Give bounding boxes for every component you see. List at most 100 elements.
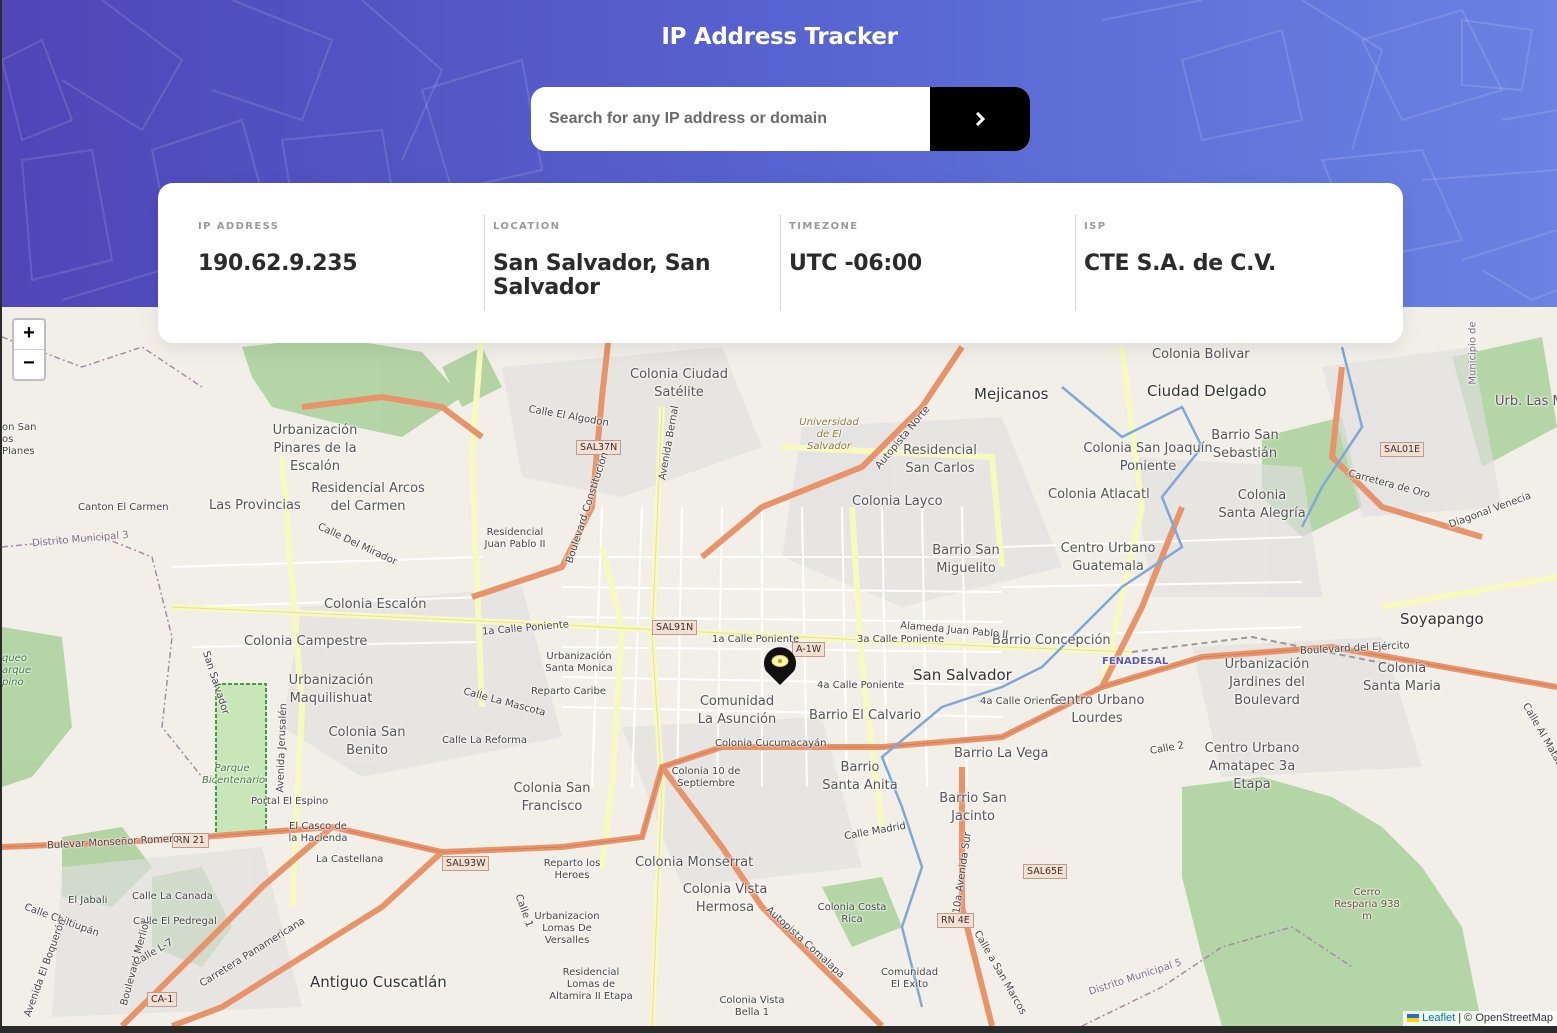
- map-label: Colonia San Benito: [328, 725, 406, 758]
- map-label: Centro Urbano Amatapec 3a Etapa: [1204, 741, 1300, 792]
- map-label: El Casco de la Hacienda: [288, 821, 348, 844]
- map-label: Ciudad Delgado: [1147, 382, 1267, 400]
- map-label: Barrio San Sebastián: [1211, 428, 1279, 461]
- map-label: Colonia Santa Maria: [1363, 661, 1441, 694]
- isp-value: CTE S.A. de C.V.: [1084, 251, 1277, 276]
- map-label: Comunidad La Asunción: [697, 694, 777, 727]
- map-label: Barrio San Jacinto: [939, 791, 1007, 824]
- map-label: Colonia Cucumacayán: [715, 738, 827, 749]
- road-shield: SAL01E: [1380, 442, 1425, 457]
- map-label: La Castellana: [316, 854, 384, 865]
- location-panel: LOCATION San Salvador, San Salvador: [493, 215, 743, 311]
- road-shield: SAL93W: [442, 856, 490, 871]
- map-label: FENADESAL: [1102, 656, 1169, 667]
- map-label: Colonia Costa Rica: [817, 902, 887, 925]
- map-attribution: Leaflet | © OpenStreetMap: [1403, 1011, 1557, 1026]
- zoom-out-button[interactable]: −: [14, 349, 44, 379]
- map-label: Portal El Espino: [251, 796, 329, 807]
- isp-panel: ISP CTE S.A. de C.V.: [1084, 215, 1374, 311]
- map-label: Antiguo Cuscatlán: [310, 973, 447, 991]
- location-pin-icon[interactable]: [759, 646, 801, 690]
- road-label: 4a Calle Oriente: [980, 696, 1061, 707]
- map-label: Comunidad El Exito: [880, 967, 939, 990]
- map-label: Barrio Concepción: [992, 633, 1111, 648]
- attribution-separator: |: [1458, 1012, 1462, 1024]
- map-label: El Jabali: [68, 895, 108, 906]
- map-label: Colonia San Joaquín Poniente: [1083, 441, 1213, 474]
- map-label: Cerro Resparia 938 m: [1334, 887, 1400, 922]
- road-shield: RN 4E: [937, 913, 974, 928]
- road-label: Calle La Reforma: [442, 735, 527, 746]
- map-label: Residencial Arcos del Carmen: [311, 481, 425, 514]
- map-label: Urbanización Maquilishuat: [288, 673, 374, 706]
- map-label: San Salvador: [913, 666, 1012, 684]
- map-label: Colonia Campestre: [244, 634, 368, 649]
- map-label: Barrio El Calvario: [809, 708, 922, 723]
- isp-label: ISP: [1084, 221, 1107, 232]
- map-label: Barrio San Miguelito: [932, 543, 1000, 576]
- timezone-value: UTC -06:00: [789, 251, 922, 276]
- map-label: Residencial Juan Pablo II: [484, 527, 546, 550]
- page: IP Address Tracker IP ADDRESS 190.62.9.2…: [2, 0, 1557, 1026]
- search-bar: [531, 87, 1030, 151]
- divider: [780, 215, 781, 311]
- road-shield: SAL91N: [652, 620, 698, 635]
- map-label: Centro Urbano Guatemala: [1060, 541, 1156, 574]
- road-label: 1a Calle Poniente: [712, 634, 800, 645]
- map-label: Urbanización Santa Monica: [545, 651, 613, 674]
- timezone-panel: TIMEZONE UTC -06:00: [789, 215, 1059, 311]
- ip-address-label: IP ADDRESS: [198, 221, 280, 232]
- location-value: San Salvador, San Salvador: [493, 251, 711, 300]
- ip-info-card: IP ADDRESS 190.62.9.235 LOCATION San Sal…: [158, 183, 1403, 343]
- map-label: Urbanizacion Lomas De Versalles: [534, 911, 600, 946]
- map-label: Mejicanos: [974, 385, 1049, 403]
- map-label: Residencial Lomas de Altamira II Etapa: [549, 967, 633, 1002]
- zoom-in-button[interactable]: +: [14, 320, 44, 349]
- map-label: Barrio Santa Anita: [822, 760, 898, 793]
- road-label: 4a Calle Poniente: [817, 680, 905, 691]
- map-label: Colonia Monserrat: [635, 855, 754, 870]
- ip-address-panel: IP ADDRESS 190.62.9.235: [198, 215, 468, 311]
- map-label: on San os Planes: [2, 422, 37, 457]
- road-shield: CA-1: [147, 992, 178, 1007]
- zoom-control: + −: [12, 318, 46, 381]
- map-label: Canton El Carmen: [78, 502, 169, 513]
- map-label: Municipio de: [1467, 321, 1479, 385]
- page-title: IP Address Tracker: [661, 24, 898, 50]
- map-label: Colonia Atlacatl: [1048, 487, 1150, 502]
- osm-credit: © OpenStreetMap: [1464, 1012, 1553, 1024]
- map-label: Colonia Layco: [852, 494, 943, 509]
- map-label: Colonia Vista Bella 1: [719, 995, 785, 1018]
- map-label: Colonia 10 de Septiembre: [671, 766, 741, 789]
- map-label: Colonia Ciudad Satélite: [630, 367, 728, 400]
- map-label: Urb. Las Marg: [1495, 394, 1557, 409]
- ip-address-value: 190.62.9.235: [198, 251, 358, 276]
- map-label: Colonia Vista Hermosa: [682, 882, 768, 915]
- map-label: Parque Bicentenario: [202, 763, 266, 786]
- road-shield: SAL65E: [1023, 864, 1068, 879]
- timezone-label: TIMEZONE: [789, 221, 859, 232]
- map-label: queo arque pino: [2, 653, 32, 688]
- map-label: Universidad de El Salvador: [799, 417, 859, 452]
- road-label: 3a Calle Poniente: [857, 634, 945, 645]
- map-label: Urbanización Pinares de la Escalón: [272, 423, 358, 474]
- map-label: Colonia Escalón: [324, 597, 427, 612]
- location-label: LOCATION: [493, 221, 561, 232]
- divider: [484, 215, 485, 311]
- leaflet-link[interactable]: Leaflet: [1422, 1012, 1455, 1024]
- map-label: Reparto los Heroes: [543, 858, 601, 881]
- search-input[interactable]: [531, 87, 930, 151]
- map-label: Urbanización Jardines del Boulevard: [1224, 657, 1310, 708]
- map-label: Colonia Santa Alegría: [1218, 488, 1306, 521]
- map-label: Residencial San Carlos: [903, 443, 977, 476]
- search-submit-button[interactable]: [930, 87, 1030, 151]
- map-label: Soyapango: [1400, 610, 1484, 628]
- map-label: Colonia San Francisco: [513, 781, 591, 814]
- map-label: Las Provincias: [209, 498, 301, 513]
- map-label: Calle La Canada: [132, 891, 213, 902]
- map-label: Colonia Bolivar: [1152, 347, 1250, 362]
- chevron-right-icon: [975, 112, 985, 126]
- ukraine-flag-icon: [1407, 1014, 1420, 1022]
- divider: [1075, 215, 1076, 311]
- map-label: Barrio La Vega: [954, 746, 1049, 761]
